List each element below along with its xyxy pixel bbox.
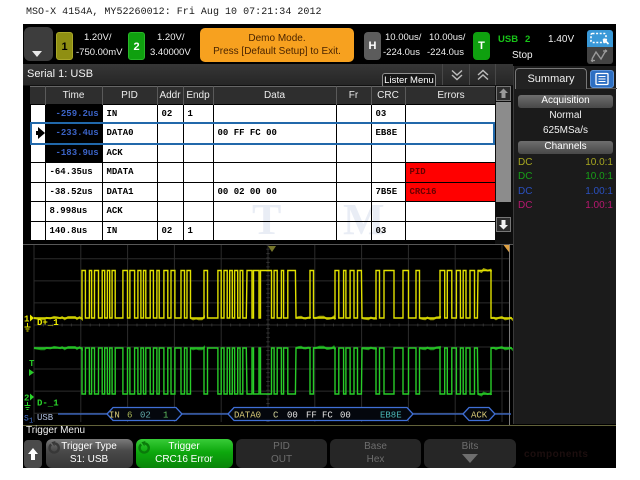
svg-text:00: 00 (340, 411, 351, 421)
svg-text:ACK: ACK (471, 411, 488, 421)
svg-text:IN: IN (109, 411, 120, 421)
svg-text:FF: FF (306, 411, 317, 421)
svg-text:02: 02 (140, 411, 151, 421)
svg-text:00: 00 (287, 411, 298, 421)
svg-text:FC: FC (322, 411, 333, 421)
svg-text:T: T (29, 359, 35, 369)
svg-text:1: 1 (163, 411, 168, 421)
svg-text:USB: USB (37, 413, 54, 423)
svg-text:EB8E: EB8E (380, 411, 402, 421)
svg-text:C: C (273, 411, 279, 421)
svg-text:D+_1: D+_1 (37, 318, 59, 328)
svg-text:D-_1: D-_1 (37, 399, 59, 409)
svg-text:DATA0: DATA0 (234, 411, 261, 421)
svg-text:2: 2 (24, 394, 29, 404)
svg-text:6: 6 (127, 411, 132, 421)
